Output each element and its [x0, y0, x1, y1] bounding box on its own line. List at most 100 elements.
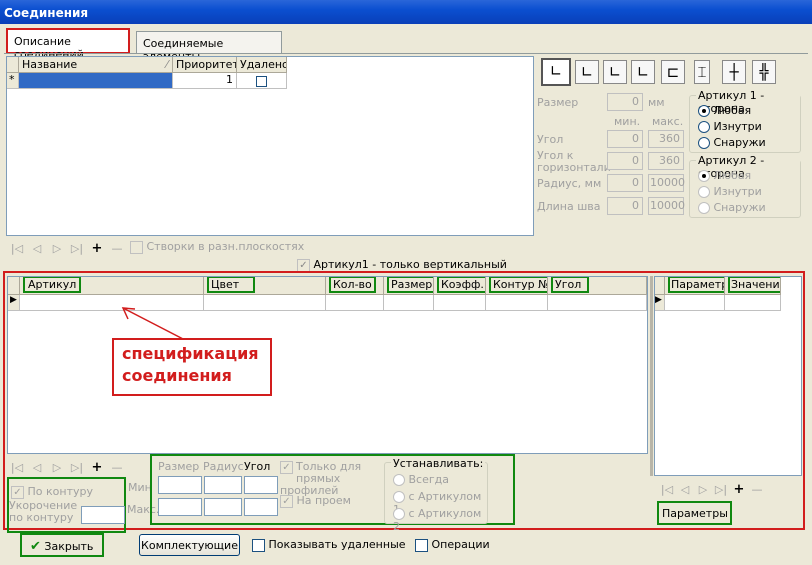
radius-min-field[interactable]: 0: [607, 174, 643, 192]
hangle-min-field[interactable]: 0: [607, 152, 643, 170]
install-always[interactable]: Всегда: [393, 473, 449, 486]
deleted-checkbox[interactable]: [256, 75, 267, 87]
col-article[interactable]: Артикул: [20, 277, 204, 295]
in-opening-option[interactable]: ✓ На проем: [280, 494, 351, 508]
radio-icon[interactable]: [393, 474, 405, 486]
col-angle[interactable]: Угол: [548, 277, 647, 295]
spec-cell[interactable]: [486, 295, 548, 311]
param-cell[interactable]: [665, 295, 725, 311]
col-deleted[interactable]: Удалено: [237, 57, 287, 73]
first-record-icon[interactable]: |◁: [660, 483, 674, 496]
add-record-icon[interactable]: +: [90, 241, 104, 256]
seam-max-field[interactable]: 10000: [648, 197, 685, 215]
checkmark-icon[interactable]: ✓: [11, 485, 24, 499]
min-radius-field[interactable]: [204, 476, 242, 494]
delete-record-icon[interactable]: —: [750, 483, 764, 496]
checkmark-icon[interactable]: ✓: [280, 461, 293, 474]
sash-planes-checkbox[interactable]: [130, 240, 143, 254]
radius-max-field[interactable]: 10000: [648, 174, 685, 192]
cell-name-selected[interactable]: [19, 73, 173, 89]
radio-any-2[interactable]: Любая: [698, 169, 751, 182]
max-radius-field[interactable]: [204, 498, 242, 516]
first-record-icon[interactable]: |◁: [10, 461, 24, 474]
col-priority[interactable]: Приоритет: [173, 57, 237, 73]
straight-only-option[interactable]: ✓ Только для прямых профилей: [280, 461, 388, 497]
radio-outside[interactable]: Снаружи: [698, 136, 766, 149]
last-record-icon[interactable]: ▷|: [714, 483, 728, 496]
checkmark-icon[interactable]: ✓: [280, 494, 293, 508]
radio-any[interactable]: Любая: [698, 104, 751, 117]
radio-icon[interactable]: [393, 508, 405, 520]
cross-joint-21-icon[interactable]: ╬: [752, 60, 776, 84]
radio-icon[interactable]: [393, 491, 405, 503]
tab-connected-elements[interactable]: Соединяемые элементы: [136, 31, 282, 63]
radio-icon[interactable]: [698, 137, 710, 149]
sash-planes-option[interactable]: Створки в разн.плоскостях: [130, 240, 304, 254]
components-button[interactable]: Комплектующие: [139, 534, 240, 556]
spec-cell[interactable]: [384, 295, 434, 311]
col-name[interactable]: Название ⁄: [19, 57, 173, 73]
vertical-joint-icon[interactable]: ⌶: [694, 60, 710, 84]
radio-icon[interactable]: [698, 170, 710, 182]
next-record-icon[interactable]: ▷: [696, 483, 710, 496]
radio-icon[interactable]: [698, 121, 710, 133]
add-record-icon[interactable]: +: [90, 460, 104, 475]
install-with-article2[interactable]: с Артикулом 2: [393, 507, 487, 533]
col-value[interactable]: Значение: [725, 277, 781, 295]
show-deleted-option[interactable]: Показывать удаленные: [252, 538, 406, 552]
hangle-max-field[interactable]: 360: [648, 152, 684, 170]
params-grid[interactable]: Параметр Значение ▶: [654, 276, 802, 476]
next-record-icon[interactable]: ▷: [50, 461, 64, 474]
prev-record-icon[interactable]: ◁: [678, 483, 692, 496]
seam-min-field[interactable]: 0: [607, 197, 643, 215]
t-joint-right-icon[interactable]: ∟: [603, 60, 627, 84]
col-size[interactable]: Размер: [384, 277, 434, 295]
spec-cell[interactable]: [434, 295, 486, 311]
first-record-icon[interactable]: |◁: [10, 242, 24, 255]
tab-connection-description[interactable]: Описание соединений: [6, 28, 130, 61]
radio-inside-2[interactable]: Изнутри: [698, 185, 762, 198]
angle-max-field[interactable]: 360: [648, 130, 684, 148]
angle-min-field[interactable]: 0: [607, 130, 643, 148]
last-record-icon[interactable]: ▷|: [70, 242, 84, 255]
close-button[interactable]: ✔ Закрыть: [20, 533, 104, 557]
col-coef[interactable]: Коэфф.: [434, 277, 486, 295]
col-color[interactable]: Цвет: [204, 277, 326, 295]
radio-icon[interactable]: [698, 186, 710, 198]
last-record-icon[interactable]: ▷|: [70, 461, 84, 474]
radio-outside-2[interactable]: Снаружи: [698, 201, 766, 214]
shorten-field[interactable]: [81, 506, 125, 524]
delete-record-icon[interactable]: —: [110, 242, 124, 255]
article1-vertical-option[interactable]: ✓ Артикул1 - только вертикальный: [297, 258, 507, 272]
col-param[interactable]: Параметр: [665, 277, 725, 295]
param-cell[interactable]: [725, 295, 781, 311]
butt-joint-12-icon[interactable]: ⊏: [661, 60, 685, 84]
spec-cell[interactable]: [548, 295, 647, 311]
checkmark-icon[interactable]: ✓: [297, 258, 310, 272]
add-record-icon[interactable]: +: [732, 482, 746, 497]
spec-cell[interactable]: [326, 295, 384, 311]
operations-checkbox[interactable]: [415, 538, 428, 552]
by-contour-option[interactable]: ✓ По контуру: [11, 485, 93, 499]
prev-record-icon[interactable]: ◁: [30, 461, 44, 474]
splitter[interactable]: [650, 276, 653, 476]
max-size-field[interactable]: [158, 498, 202, 516]
delete-record-icon[interactable]: —: [110, 461, 124, 474]
operations-option[interactable]: Операции: [415, 538, 490, 552]
t-joint-left-icon[interactable]: ∟: [575, 60, 599, 84]
col-contour[interactable]: Контур №: [486, 277, 548, 295]
params-button[interactable]: Параметры: [657, 501, 732, 525]
connections-grid[interactable]: Название ⁄ Приоритет Удалено * 1: [6, 56, 534, 236]
cell-deleted[interactable]: [237, 73, 287, 89]
prev-record-icon[interactable]: ◁: [30, 242, 44, 255]
max-angle-field[interactable]: [244, 498, 278, 516]
corner-joint-icon[interactable]: ∟: [541, 58, 571, 86]
min-size-field[interactable]: [158, 476, 202, 494]
radio-icon[interactable]: [698, 202, 710, 214]
cell-priority[interactable]: 1: [173, 73, 237, 89]
spec-cell[interactable]: [204, 295, 326, 311]
cross-joint-icon[interactable]: ┼: [722, 60, 746, 84]
radio-icon[interactable]: [698, 105, 710, 117]
min-angle-field[interactable]: [244, 476, 278, 494]
show-deleted-checkbox[interactable]: [252, 538, 265, 552]
